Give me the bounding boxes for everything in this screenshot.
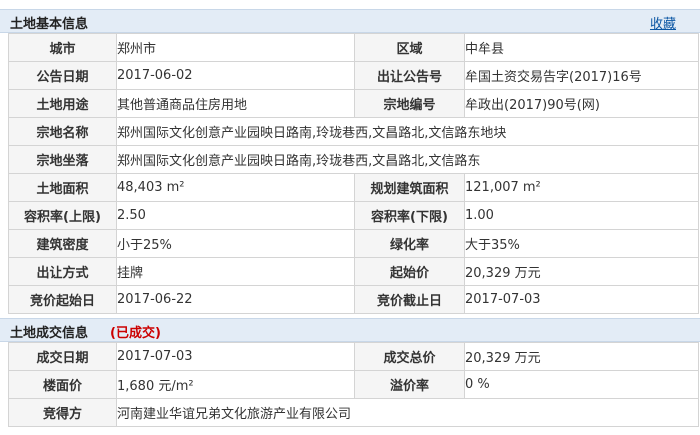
label-deal-date: 成交日期 bbox=[8, 342, 117, 371]
value-parcel-no: 牟政出(2017)90号(网) bbox=[464, 89, 699, 118]
value-land-area: 48,403 m² bbox=[116, 173, 355, 202]
value-parcel-location: 郑州国际文化创意产业园映日路南,玲珑巷西,文昌路北,文信路东 bbox=[116, 145, 699, 174]
deal-status-badge: (已成交) bbox=[110, 326, 161, 341]
table-row: 宗地名称 郑州国际文化创意产业园映日路南,玲珑巷西,文昌路北,文信路东地块 bbox=[8, 117, 699, 146]
table-row: 楼面价 1,680 元/m² 溢价率 0 % bbox=[8, 370, 699, 399]
value-building-density: 小于25% bbox=[116, 229, 355, 258]
table-row: 容积率(上限) 2.50 容积率(下限) 1.00 bbox=[8, 201, 699, 230]
value-deal-total: 20,329 万元 bbox=[464, 342, 699, 371]
basic-info-table: 城市 郑州市 区域 中牟县 公告日期 2017-06-02 出让公告号 牟国土资… bbox=[8, 33, 699, 314]
label-bid-start: 竞价起始日 bbox=[8, 285, 117, 314]
table-row: 城市 郑州市 区域 中牟县 bbox=[8, 33, 699, 62]
table-row: 土地用途 其他普通商品住房用地 宗地编号 牟政出(2017)90号(网) bbox=[8, 89, 699, 118]
table-row: 土地面积 48,403 m² 规划建筑面积 121,007 m² bbox=[8, 173, 699, 202]
value-announce-date: 2017-06-02 bbox=[116, 61, 355, 90]
label-far-max: 容积率(上限) bbox=[8, 201, 117, 230]
value-deal-date: 2017-07-03 bbox=[116, 342, 355, 371]
value-winner: 河南建业华谊兄弟文化旅游产业有限公司 bbox=[116, 398, 699, 427]
value-city: 郑州市 bbox=[116, 33, 355, 62]
deal-info-header: 土地成交信息 (已成交) bbox=[0, 318, 700, 342]
label-building-density: 建筑密度 bbox=[8, 229, 117, 258]
deal-info-table: 成交日期 2017-07-03 成交总价 20,329 万元 楼面价 1,680… bbox=[8, 342, 699, 427]
value-district: 中牟县 bbox=[464, 33, 699, 62]
table-row: 建筑密度 小于25% 绿化率 大于35% bbox=[8, 229, 699, 258]
label-starting-price: 起始价 bbox=[354, 257, 465, 286]
table-row: 宗地坐落 郑州国际文化创意产业园映日路南,玲珑巷西,文昌路北,文信路东 bbox=[8, 145, 699, 174]
favorite-link[interactable]: 收藏 bbox=[650, 13, 676, 32]
value-premium-rate: 0 % bbox=[464, 370, 699, 399]
value-starting-price: 20,329 万元 bbox=[464, 257, 699, 286]
label-parcel-name: 宗地名称 bbox=[8, 117, 117, 146]
value-green-ratio: 大于35% bbox=[464, 229, 699, 258]
value-bid-end: 2017-07-03 bbox=[464, 285, 699, 314]
value-bid-start: 2017-06-22 bbox=[116, 285, 355, 314]
label-premium-rate: 溢价率 bbox=[354, 370, 465, 399]
label-floor-price: 楼面价 bbox=[8, 370, 117, 399]
label-parcel-location: 宗地坐落 bbox=[8, 145, 117, 174]
label-land-area: 土地面积 bbox=[8, 173, 117, 202]
label-winner: 竞得方 bbox=[8, 398, 117, 427]
value-land-use: 其他普通商品住房用地 bbox=[116, 89, 355, 118]
label-deal-total: 成交总价 bbox=[354, 342, 465, 371]
value-announce-no: 牟国土资交易告字(2017)16号 bbox=[464, 61, 699, 90]
label-transfer-method: 出让方式 bbox=[8, 257, 117, 286]
value-parcel-name: 郑州国际文化创意产业园映日路南,玲珑巷西,文昌路北,文信路东地块 bbox=[116, 117, 699, 146]
table-row: 成交日期 2017-07-03 成交总价 20,329 万元 bbox=[8, 342, 699, 371]
label-green-ratio: 绿化率 bbox=[354, 229, 465, 258]
label-bid-end: 竞价截止日 bbox=[354, 285, 465, 314]
value-far-max: 2.50 bbox=[116, 201, 355, 230]
basic-info-header: 土地基本信息 收藏 bbox=[0, 9, 700, 33]
value-planned-floor-area: 121,007 m² bbox=[464, 173, 699, 202]
label-city: 城市 bbox=[8, 33, 117, 62]
label-district: 区域 bbox=[354, 33, 465, 62]
label-announce-no: 出让公告号 bbox=[354, 61, 465, 90]
land-info-page: 土地基本信息 收藏 城市 郑州市 区域 中牟县 公告日期 2017-06-02 … bbox=[0, 0, 700, 435]
value-floor-price: 1,680 元/m² bbox=[116, 370, 355, 399]
value-transfer-method: 挂牌 bbox=[116, 257, 355, 286]
basic-info-title: 土地基本信息 bbox=[10, 17, 89, 32]
deal-info-title: 土地成交信息 bbox=[10, 326, 89, 341]
label-announce-date: 公告日期 bbox=[8, 61, 117, 90]
label-planned-floor-area: 规划建筑面积 bbox=[354, 173, 465, 202]
label-land-use: 土地用途 bbox=[8, 89, 117, 118]
table-row: 竞价起始日 2017-06-22 竞价截止日 2017-07-03 bbox=[8, 285, 699, 314]
label-parcel-no: 宗地编号 bbox=[354, 89, 465, 118]
table-row: 公告日期 2017-06-02 出让公告号 牟国土资交易告字(2017)16号 bbox=[8, 61, 699, 90]
label-far-min: 容积率(下限) bbox=[354, 201, 465, 230]
table-row: 竞得方 河南建业华谊兄弟文化旅游产业有限公司 bbox=[8, 398, 699, 427]
table-row: 出让方式 挂牌 起始价 20,329 万元 bbox=[8, 257, 699, 286]
value-far-min: 1.00 bbox=[464, 201, 699, 230]
